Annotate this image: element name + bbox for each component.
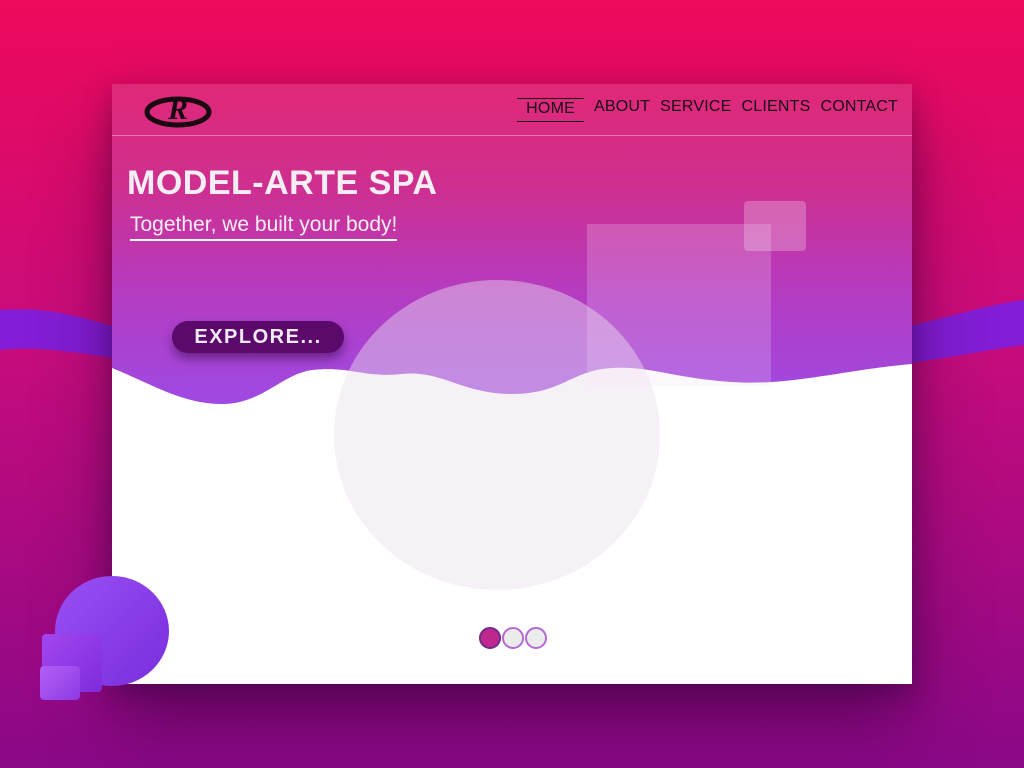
nav-contact[interactable]: CONTACT [820, 98, 898, 122]
header-divider [112, 135, 912, 136]
carousel-dot-2[interactable] [502, 627, 524, 649]
hero-subtitle: Together, we built your body! [130, 213, 398, 241]
decorative-small-square [744, 201, 806, 251]
explore-button[interactable]: EXPLORE... [172, 321, 344, 353]
main-nav: HOME ABOUT SERVICE CLIENTS CONTACT [517, 98, 898, 122]
website-mockup: R HOME ABOUT SERVICE CLIENTS CONTACT MOD… [112, 84, 912, 684]
carousel-dot-1[interactable] [479, 627, 501, 649]
hero-title: MODEL-ARTE SPA [127, 164, 438, 202]
corner-decorative-small-square [40, 666, 80, 700]
nav-home[interactable]: HOME [517, 98, 584, 122]
nav-about[interactable]: ABOUT [594, 98, 650, 122]
nav-clients[interactable]: CLIENTS [741, 98, 810, 122]
carousel-dots [479, 627, 547, 649]
nav-service[interactable]: SERVICE [660, 98, 731, 122]
svg-text:R: R [167, 93, 188, 126]
r-monogram-logo[interactable]: R [144, 92, 212, 130]
carousel-dot-3[interactable] [525, 627, 547, 649]
